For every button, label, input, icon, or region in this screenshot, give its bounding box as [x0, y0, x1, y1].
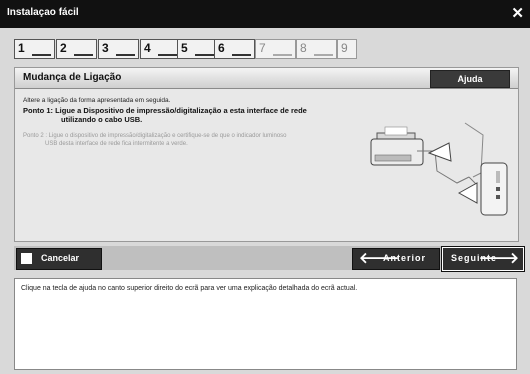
- intro-text: Altere a ligação da forma apresentada em…: [23, 97, 171, 104]
- title-bar: Instalaçao fácil ✕: [0, 0, 530, 28]
- navigation-bar: Cancelar 🡐 Anterior Seguinte 🡒: [14, 246, 525, 272]
- step-3: 3: [98, 39, 139, 59]
- content-panel: Mudança de Ligação Ajuda Altere a ligaçã…: [14, 67, 519, 242]
- wizard-window: Instalaçao fácil ✕ 1 2 3 4 5 6 7 8 9 Mud…: [0, 0, 530, 374]
- cancel-checkbox-icon: [21, 253, 32, 264]
- window-title: Instalaçao fácil: [7, 7, 79, 18]
- arrow-right-icon: 🡒: [478, 250, 519, 267]
- help-message: Clique na tecla de ajuda no canto superi…: [21, 285, 358, 292]
- panel-title: Mudança de Ligação: [23, 72, 122, 83]
- help-button[interactable]: Ajuda: [430, 70, 510, 88]
- printer-icon: [370, 126, 424, 166]
- cancel-button[interactable]: Cancelar: [16, 248, 102, 270]
- step-9: 9: [337, 39, 357, 59]
- panel-header: Mudança de Ligação Ajuda: [15, 68, 518, 89]
- step-4: 4: [140, 39, 181, 59]
- step-2: 2: [56, 39, 97, 59]
- step-6: 6: [214, 39, 255, 59]
- help-message-box: Clique na tecla de ajuda no canto superi…: [14, 278, 517, 370]
- step-1: 1: [14, 39, 55, 59]
- step-7: 7: [255, 39, 296, 59]
- point-2-text: Ponto 2 : Ligue o dispositivo de impress…: [23, 133, 287, 147]
- close-icon[interactable]: ✕: [511, 4, 524, 22]
- previous-button[interactable]: 🡐 Anterior: [352, 248, 440, 270]
- connection-illustration: [370, 122, 508, 216]
- next-button[interactable]: Seguinte 🡒: [441, 246, 525, 272]
- point-1-text: Ponto 1: Ligue a Dispositivo de impressã…: [23, 106, 307, 124]
- network-interface-icon: [480, 162, 508, 216]
- step-5: 5: [177, 39, 218, 59]
- step-8: 8: [296, 39, 337, 59]
